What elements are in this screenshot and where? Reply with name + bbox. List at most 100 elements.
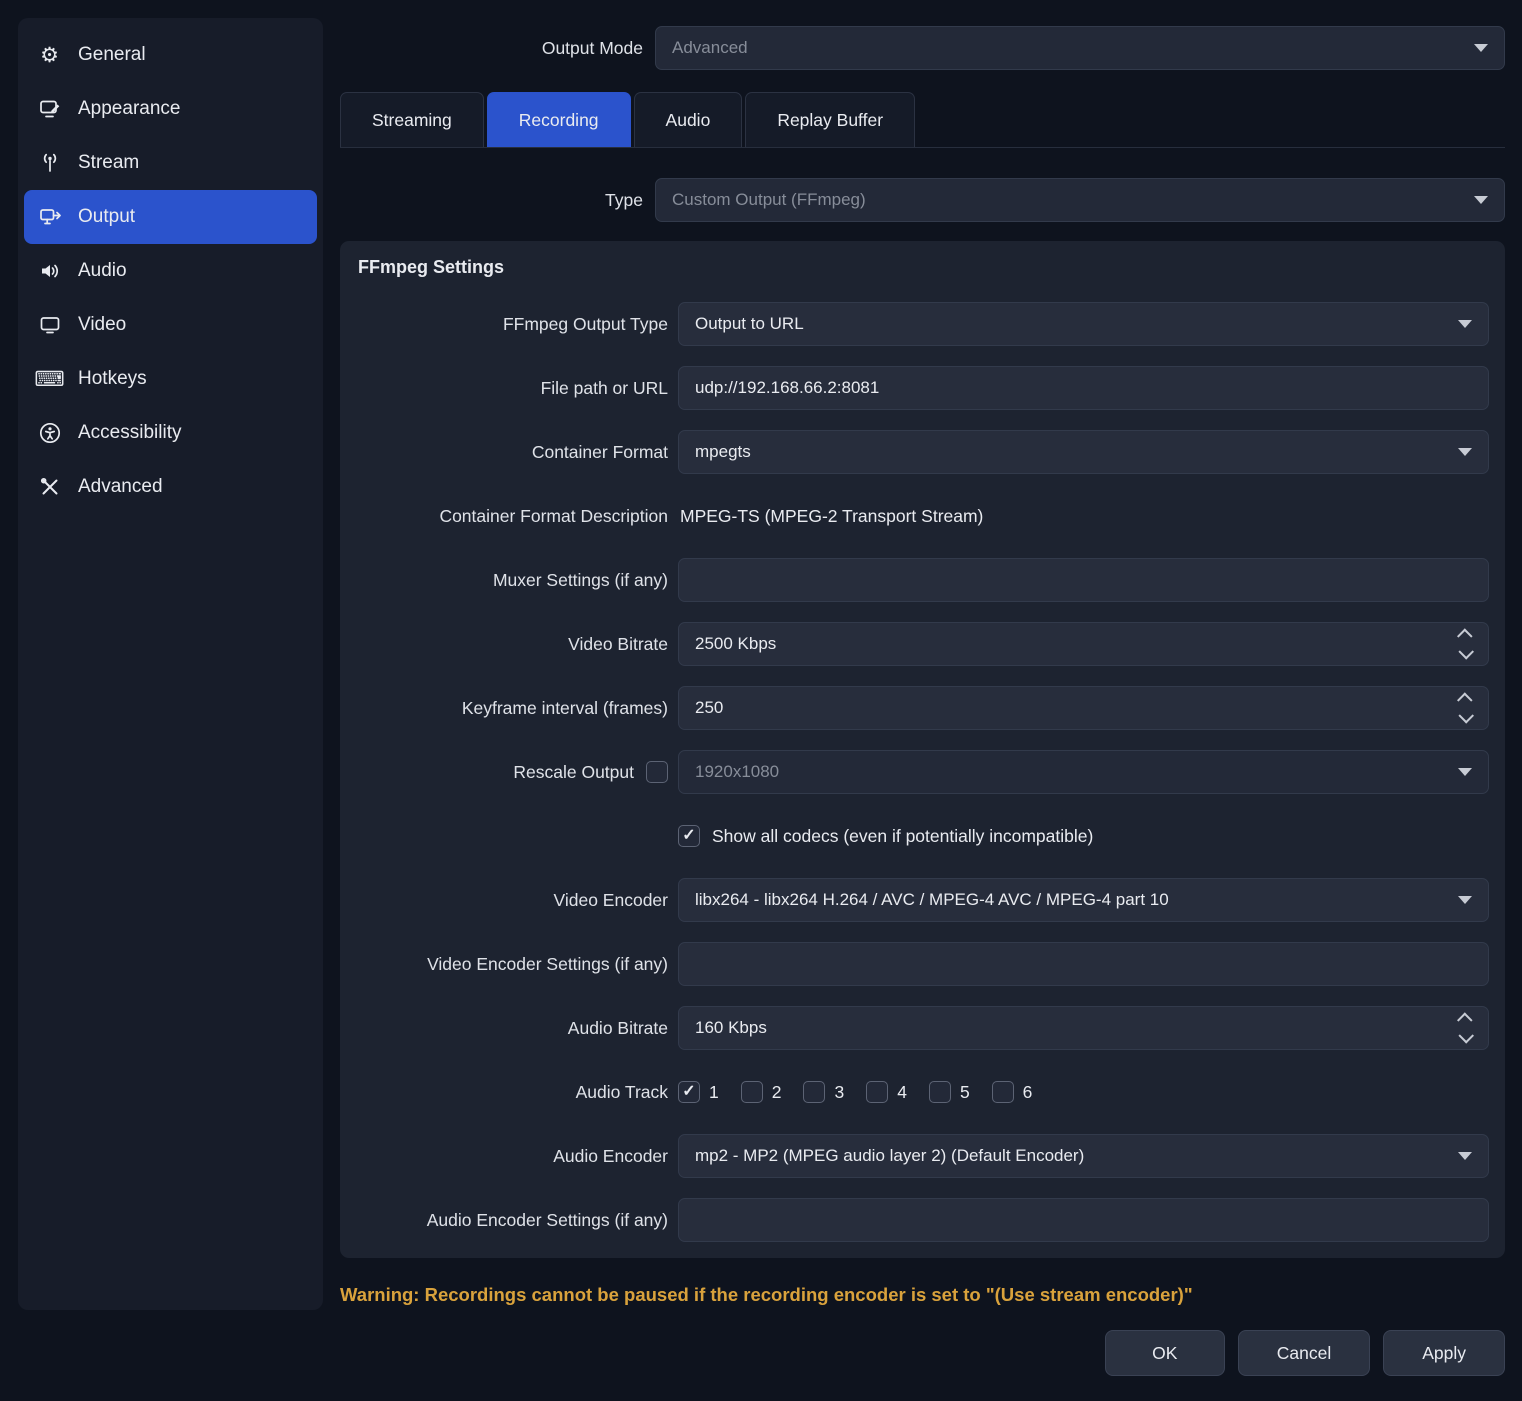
rescale-output-row: Rescale Output 1920x1080 [356,750,1489,794]
audio-track-2-label: 2 [772,1082,782,1103]
sidebar-item-label: General [78,44,146,66]
apply-button[interactable]: Apply [1383,1330,1505,1376]
rescale-output-select[interactable]: 1920x1080 [678,750,1489,794]
file-path-label: File path or URL [356,378,668,399]
dialog-buttons: OK Cancel Apply [340,1330,1505,1376]
sidebar-item-advanced[interactable]: Advanced [24,460,317,514]
muxer-settings-input[interactable] [678,558,1489,602]
sidebar-item-audio[interactable]: Audio [24,244,317,298]
video-bitrate-increment-button[interactable] [1460,629,1471,642]
audio-encoder-row: Audio Encoder mp2 - MP2 (MPEG audio laye… [356,1134,1489,1178]
audio-track-6-checkbox[interactable] [992,1081,1014,1103]
container-format-select[interactable]: mpegts [678,430,1489,474]
sidebar-item-appearance[interactable]: Appearance [24,82,317,136]
recording-type-label: Type [340,190,643,211]
video-bitrate-label: Video Bitrate [356,634,668,655]
video-bitrate-spinbox [678,622,1489,666]
sidebar-item-hotkeys[interactable]: ⌨ Hotkeys [24,352,317,406]
keyframe-interval-decrement-button[interactable] [1460,710,1471,723]
sidebar-item-output[interactable]: Output [24,190,317,244]
spin-buttons [1453,693,1477,723]
rescale-output-label: Rescale Output [513,762,634,783]
recording-warning-text: Warning: Recordings cannot be paused if … [340,1284,1505,1306]
recording-type-value: Custom Output (FFmpeg) [672,190,866,210]
tab-streaming[interactable]: Streaming [340,92,484,147]
ffmpeg-output-type-select[interactable]: Output to URL [678,302,1489,346]
show-all-codecs-checkbox[interactable] [678,825,700,847]
video-bitrate-decrement-button[interactable] [1460,646,1471,659]
keyframe-interval-row: Keyframe interval (frames) [356,686,1489,730]
cancel-button[interactable]: Cancel [1238,1330,1370,1376]
tab-recording[interactable]: Recording [487,92,631,147]
keyboard-icon: ⌨ [36,369,63,390]
video-encoder-value: libx264 - libx264 H.264 / AVC / MPEG-4 A… [695,890,1169,910]
audio-encoder-settings-input[interactable] [678,1198,1489,1242]
audio-bitrate-decrement-button[interactable] [1460,1030,1471,1043]
keyframe-interval-spinbox [678,686,1489,730]
chevron-up-icon [1457,1012,1473,1028]
video-encoder-row: Video Encoder libx264 - libx264 H.264 / … [356,878,1489,922]
audio-track-3: 3 [803,1081,844,1103]
sidebar-item-stream[interactable]: Stream [24,136,317,190]
output-mode-select[interactable]: Advanced [655,26,1505,70]
audio-track-4-label: 4 [897,1082,907,1103]
audio-track-row: Audio Track 1 2 3 4 [356,1070,1489,1114]
container-format-description-row: Container Format Description MPEG-TS (MP… [356,494,1489,538]
keyframe-interval-input[interactable] [678,686,1489,730]
ffmpeg-output-type-label: FFmpeg Output Type [356,314,668,335]
audio-track-4-checkbox[interactable] [866,1081,888,1103]
ffmpeg-settings-panel: FFmpeg Settings FFmpeg Output Type Outpu… [340,241,1505,1258]
recording-type-row: Type Custom Output (FFmpeg) [340,178,1505,222]
rescale-output-checkbox[interactable] [646,761,668,783]
audio-track-3-checkbox[interactable] [803,1081,825,1103]
audio-track-label: Audio Track [356,1082,668,1103]
output-tabs: Streaming Recording Audio Replay Buffer [340,92,1505,148]
recording-type-select[interactable]: Custom Output (FFmpeg) [655,178,1505,222]
video-bitrate-input[interactable] [678,622,1489,666]
sidebar-item-general[interactable]: ⚙ General [24,28,317,82]
file-path-input[interactable] [678,366,1489,410]
output-settings-page: Output Mode Advanced Streaming Recording… [340,18,1505,1376]
container-format-label: Container Format [356,442,668,463]
sidebar-item-label: Advanced [78,476,163,498]
audio-track-2: 2 [741,1081,782,1103]
dropdown-arrow-icon [1458,320,1472,328]
audio-bitrate-increment-button[interactable] [1460,1013,1471,1026]
audio-bitrate-label: Audio Bitrate [356,1018,668,1039]
dropdown-arrow-icon [1474,44,1488,52]
audio-encoder-value: mp2 - MP2 (MPEG audio layer 2) (Default … [695,1146,1084,1166]
output-mode-value: Advanced [672,38,748,58]
video-encoder-select[interactable]: libx264 - libx264 H.264 / AVC / MPEG-4 A… [678,878,1489,922]
tools-icon [36,476,63,498]
audio-encoder-select[interactable]: mp2 - MP2 (MPEG audio layer 2) (Default … [678,1134,1489,1178]
monitor-icon [36,314,63,336]
keyframe-interval-label: Keyframe interval (frames) [356,698,668,719]
sidebar-item-label: Output [78,206,135,228]
audio-bitrate-input[interactable] [678,1006,1489,1050]
audio-track-5: 5 [929,1081,970,1103]
dropdown-arrow-icon [1474,196,1488,204]
video-encoder-label: Video Encoder [356,890,668,911]
muxer-settings-label: Muxer Settings (if any) [356,570,668,591]
tab-replay-buffer[interactable]: Replay Buffer [745,92,915,147]
antenna-icon [36,152,63,174]
ffmpeg-output-type-value: Output to URL [695,314,804,334]
audio-track-5-checkbox[interactable] [929,1081,951,1103]
video-bitrate-row: Video Bitrate [356,622,1489,666]
audio-track-1: 1 [678,1081,719,1103]
chevron-down-icon [1458,644,1474,660]
ok-button[interactable]: OK [1105,1330,1225,1376]
sidebar-item-label: Appearance [78,98,180,120]
tab-audio[interactable]: Audio [634,92,743,147]
sidebar-item-accessibility[interactable]: Accessibility [24,406,317,460]
chevron-up-icon [1457,692,1473,708]
speaker-icon [36,260,63,282]
keyframe-interval-increment-button[interactable] [1460,693,1471,706]
audio-track-2-checkbox[interactable] [741,1081,763,1103]
audio-track-1-checkbox[interactable] [678,1081,700,1103]
audio-bitrate-spinbox [678,1006,1489,1050]
dropdown-arrow-icon [1458,768,1472,776]
rescale-output-value: 1920x1080 [695,762,779,782]
sidebar-item-video[interactable]: Video [24,298,317,352]
video-encoder-settings-input[interactable] [678,942,1489,986]
